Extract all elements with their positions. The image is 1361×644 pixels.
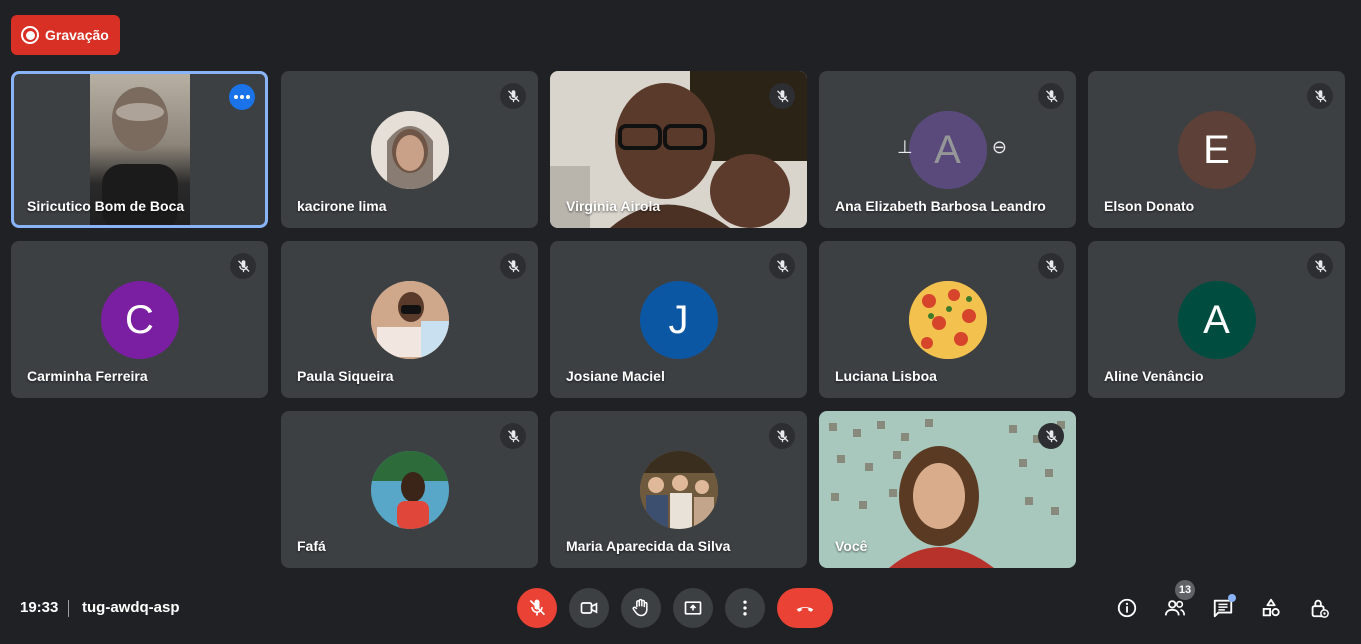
- people-icon: [1164, 600, 1185, 616]
- mic-off-icon: [1038, 253, 1064, 279]
- mic-off-icon: [500, 423, 526, 449]
- activities-button[interactable]: [1259, 596, 1283, 620]
- chat-unread-dot: [1228, 594, 1236, 602]
- self-tile[interactable]: Você: [819, 411, 1076, 568]
- participant-name: Josiane Maciel: [566, 368, 665, 384]
- mic-off-icon: [1307, 83, 1333, 109]
- participant-avatar: [639, 451, 718, 529]
- mic-off-icon: [230, 253, 256, 279]
- raise-hand-icon: [632, 598, 648, 617]
- participant-tile[interactable]: J Josiane Maciel: [550, 241, 807, 398]
- participant-tile[interactable]: Virginia Airola: [550, 71, 807, 228]
- info-icon: [1117, 598, 1137, 618]
- participant-name: Ana Elizabeth Barbosa Leandro: [835, 198, 1046, 214]
- bottom-bar: 19:33 tug-awdq-asp 13: [0, 578, 1361, 644]
- people-count-badge: 13: [1175, 580, 1195, 600]
- meeting-details-button[interactable]: [1115, 596, 1139, 620]
- mic-off-icon: [529, 599, 546, 616]
- mic-off-icon: [769, 423, 795, 449]
- present-screen-button[interactable]: [673, 588, 713, 628]
- participant-tile[interactable]: kacirone lima: [281, 71, 538, 228]
- mic-off-icon: [1038, 83, 1064, 109]
- participant-avatar: C: [100, 281, 179, 359]
- mic-off-icon: [769, 253, 795, 279]
- participant-avatar: [370, 281, 449, 359]
- host-controls-button[interactable]: [1307, 596, 1331, 620]
- divider: [68, 600, 69, 617]
- more-options-icon[interactable]: [229, 84, 255, 110]
- participant-avatar: A: [1177, 281, 1256, 359]
- avatar-hover-overlay: [908, 111, 987, 189]
- hang-up-icon: [796, 607, 814, 612]
- participant-avatar: [370, 451, 449, 529]
- participant-avatar: J: [639, 281, 718, 359]
- participant-avatar: [370, 111, 449, 189]
- mic-off-icon: [1038, 423, 1064, 449]
- more-options-button[interactable]: [725, 588, 765, 628]
- participant-name: Paula Siqueira: [297, 368, 394, 384]
- participant-name: Siricutico Bom de Boca: [27, 198, 185, 214]
- mic-off-icon: [500, 83, 526, 109]
- participant-tile[interactable]: A ⊥ ⊖ Ana Elizabeth Barbosa Leandro: [819, 71, 1076, 228]
- participant-name: Maria Aparecida da Silva: [566, 538, 731, 554]
- leave-call-button[interactable]: [777, 588, 833, 628]
- mic-off-icon: [500, 253, 526, 279]
- more-options-icon: [743, 600, 747, 616]
- participant-avatar: [908, 281, 987, 359]
- mic-toggle-button[interactable]: [517, 588, 557, 628]
- clock: 19:33: [20, 599, 59, 616]
- participant-tile[interactable]: E Elson Donato: [1088, 71, 1345, 228]
- remove-icon[interactable]: ⊖: [992, 137, 1007, 158]
- participant-tile[interactable]: Fafá: [281, 411, 538, 568]
- participant-tile[interactable]: Luciana Lisboa: [819, 241, 1076, 398]
- participant-name: Aline Venâncio: [1104, 368, 1204, 384]
- raise-hand-button[interactable]: [621, 588, 661, 628]
- camera-toggle-button[interactable]: [569, 588, 609, 628]
- participant-name: kacirone lima: [297, 198, 387, 214]
- participant-name: Carminha Ferreira: [27, 368, 148, 384]
- meeting-code[interactable]: tug-awdq-asp: [82, 599, 180, 616]
- camera-icon: [580, 602, 598, 614]
- participant-name: Virginia Airola: [566, 198, 661, 214]
- participant-name: Elson Donato: [1104, 198, 1195, 214]
- record-icon: [21, 26, 39, 44]
- participant-tile[interactable]: Maria Aparecida da Silva: [550, 411, 807, 568]
- participant-avatar: E: [1177, 111, 1256, 189]
- participant-tile[interactable]: A Aline Venâncio: [1088, 241, 1345, 398]
- present-screen-icon: [684, 601, 702, 615]
- mic-off-icon: [769, 83, 795, 109]
- participant-name: Você: [835, 538, 868, 554]
- host-controls-icon: [1311, 599, 1329, 618]
- participant-tile[interactable]: Paula Siqueira: [281, 241, 538, 398]
- activities-icon: [1262, 598, 1280, 617]
- participant-name: Luciana Lisboa: [835, 368, 937, 384]
- mic-off-icon: [1307, 253, 1333, 279]
- participant-name: Fafá: [297, 538, 326, 554]
- participant-tile[interactable]: C Carminha Ferreira: [11, 241, 268, 398]
- participant-tile[interactable]: Siricutico Bom de Boca: [11, 71, 268, 228]
- recording-badge[interactable]: Gravação: [11, 15, 120, 55]
- recording-label: Gravação: [45, 27, 109, 43]
